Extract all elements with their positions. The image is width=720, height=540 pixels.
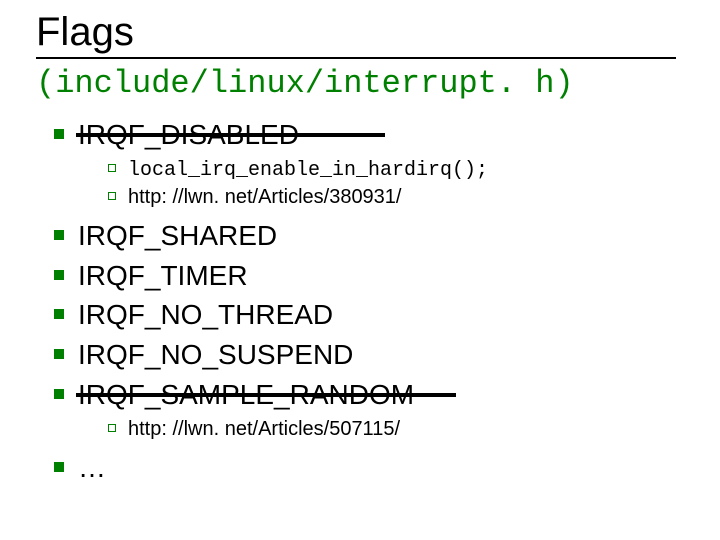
sub-list-item-label: local_irq_enable_in_hardirq(); [128, 159, 488, 182]
hollow-square-bullet-icon [108, 424, 116, 432]
list-item: … [54, 449, 690, 487]
sub-list: http: //lwn. net/Articles/507115/ [108, 416, 690, 443]
square-bullet-icon [54, 349, 64, 359]
slide-subtitle: (include/linux/interrupt. h) [36, 65, 690, 102]
square-bullet-icon [54, 129, 64, 139]
hollow-square-bullet-icon [108, 192, 116, 200]
strikethrough: IRQF_SAMPLE_RANDOM [78, 376, 414, 414]
list-item-label: IRQF_NO_THREAD [78, 299, 333, 330]
square-bullet-icon [54, 389, 64, 399]
title-rule [36, 57, 676, 59]
bullet-list: IRQF_DISABLEDlocal_irq_enable_in_hardirq… [54, 116, 690, 487]
list-item: IRQF_SHARED [54, 217, 690, 255]
square-bullet-icon [54, 462, 64, 472]
square-bullet-icon [54, 270, 64, 280]
list-item-label: IRQF_TIMER [78, 260, 248, 291]
slide: Flags (include/linux/interrupt. h) IRQF_… [0, 0, 720, 540]
list-item-label: … [78, 452, 106, 483]
sub-list-item: local_irq_enable_in_hardirq(); [108, 156, 690, 184]
list-item: IRQF_NO_THREAD [54, 296, 690, 334]
list-item-label: IRQF_SHARED [78, 220, 277, 251]
strikethrough: IRQF_DISABLED [78, 116, 299, 154]
list-item: IRQF_DISABLEDlocal_irq_enable_in_hardirq… [54, 116, 690, 211]
hollow-square-bullet-icon [108, 164, 116, 172]
list-item: IRQF_SAMPLE_RANDOM http: //lwn. net/Artic… [54, 376, 690, 443]
slide-title: Flags [36, 10, 690, 55]
list-item-label: IRQF_NO_SUSPEND [78, 339, 353, 370]
sub-list-item-label: http: //lwn. net/Articles/507115/ [128, 418, 400, 440]
square-bullet-icon [54, 230, 64, 240]
sub-list-item: http: //lwn. net/Articles/380931/ [108, 184, 690, 211]
sub-list-item-label: http: //lwn. net/Articles/380931/ [128, 186, 402, 208]
sub-list: local_irq_enable_in_hardirq(); http: //lw… [108, 156, 690, 211]
strike-line-icon [76, 393, 456, 397]
list-item: IRQF_NO_SUSPEND [54, 336, 690, 374]
sub-list-item: http: //lwn. net/Articles/507115/ [108, 416, 690, 443]
list-item: IRQF_TIMER [54, 257, 690, 295]
strike-line-icon [76, 133, 385, 137]
square-bullet-icon [54, 309, 64, 319]
